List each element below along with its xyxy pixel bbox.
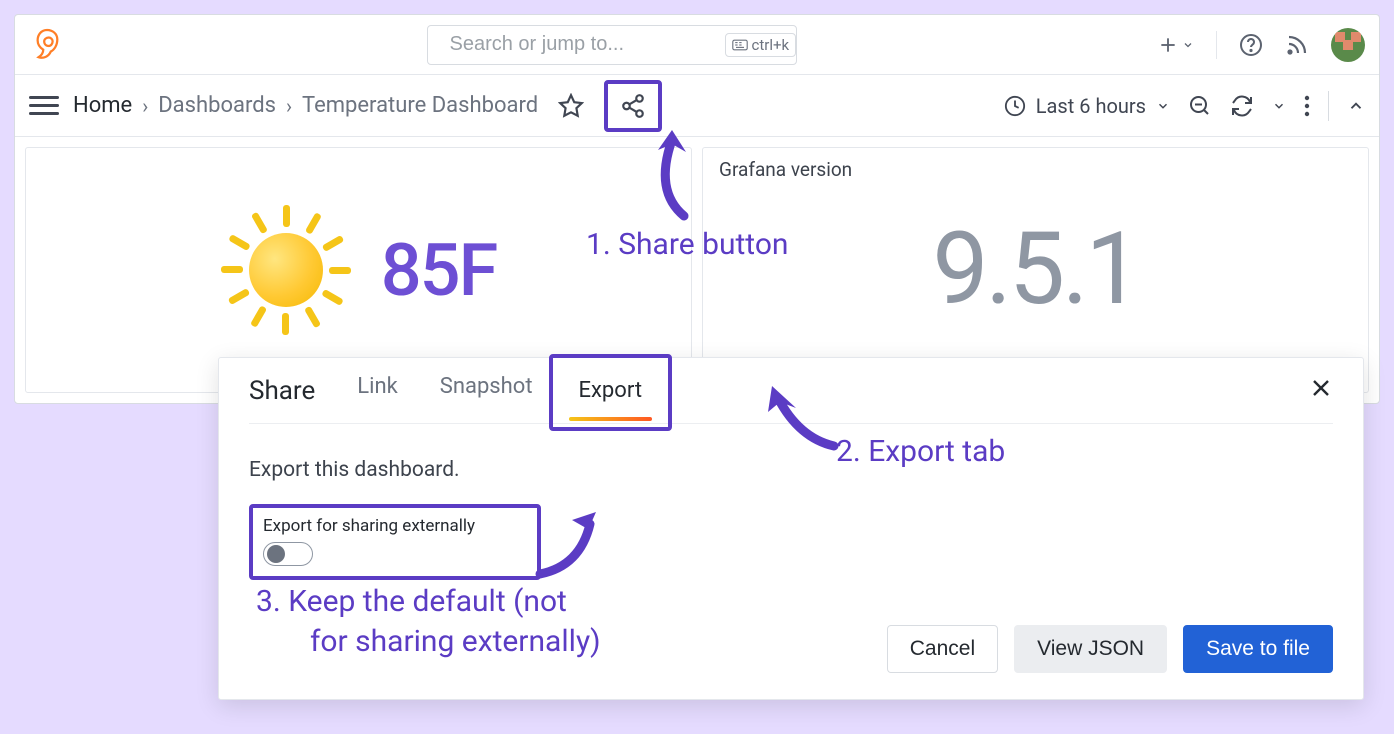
plus-icon bbox=[1158, 35, 1178, 55]
topbar: ctrl+k bbox=[15, 15, 1379, 75]
avatar[interactable] bbox=[1331, 28, 1365, 62]
add-button[interactable] bbox=[1158, 35, 1194, 55]
more-button[interactable] bbox=[1304, 95, 1310, 117]
modal-header: Share Link Snapshot Export bbox=[249, 358, 1333, 424]
export-externally-toggle[interactable] bbox=[263, 542, 313, 566]
share-button[interactable] bbox=[614, 87, 652, 125]
version-value: 9.5.1 bbox=[719, 211, 1352, 328]
modal-tabs: Link Snapshot Export bbox=[357, 356, 646, 425]
chevron-down-icon bbox=[1272, 99, 1286, 113]
zoom-out-button[interactable] bbox=[1188, 94, 1212, 118]
modal-body: Export this dashboard. Export for sharin… bbox=[249, 424, 1333, 580]
time-range-label: Last 6 hours bbox=[1036, 94, 1146, 118]
temperature-value: 85F bbox=[381, 228, 497, 313]
divider bbox=[1328, 91, 1329, 121]
help-icon bbox=[1239, 33, 1263, 57]
chevron-down-icon bbox=[1156, 99, 1170, 113]
share-modal: Share Link Snapshot Export Export this d… bbox=[218, 357, 1364, 700]
tab-snapshot[interactable]: Snapshot bbox=[440, 356, 533, 425]
toggle-group-highlight: Export for sharing externally bbox=[249, 504, 541, 580]
share-button-highlight bbox=[604, 80, 662, 132]
breadcrumb-current: Temperature Dashboard bbox=[302, 93, 538, 118]
modal-title: Share bbox=[249, 376, 315, 406]
grafana-logo[interactable] bbox=[29, 27, 65, 63]
search-box[interactable]: ctrl+k bbox=[427, 25, 797, 65]
view-json-button[interactable]: View JSON bbox=[1014, 625, 1167, 673]
favorite-button[interactable] bbox=[552, 87, 590, 125]
subheader-right: Last 6 hours bbox=[1004, 91, 1365, 121]
breadcrumb-home[interactable]: Home bbox=[73, 93, 132, 118]
save-to-file-button[interactable]: Save to file bbox=[1183, 625, 1333, 673]
zoom-out-icon bbox=[1188, 94, 1212, 118]
time-picker[interactable]: Last 6 hours bbox=[1004, 94, 1170, 118]
sun-icon bbox=[221, 205, 351, 335]
modal-footer: Cancel View JSON Save to file bbox=[887, 625, 1333, 673]
topbar-right bbox=[1158, 28, 1365, 62]
help-button[interactable] bbox=[1239, 33, 1263, 57]
tab-export-highlight: Export bbox=[549, 354, 673, 431]
clock-icon bbox=[1004, 95, 1026, 117]
rss-icon bbox=[1285, 33, 1309, 57]
chevron-right-icon: › bbox=[286, 94, 292, 118]
search-input[interactable] bbox=[450, 33, 715, 56]
toggle-label: Export for sharing externally bbox=[263, 516, 527, 536]
close-icon bbox=[1309, 376, 1333, 400]
kebab-icon bbox=[1304, 95, 1310, 117]
breadcrumb: Home › Dashboards › Temperature Dashboar… bbox=[73, 93, 538, 118]
collapse-button[interactable] bbox=[1347, 97, 1365, 115]
toggle-knob bbox=[267, 545, 285, 563]
chevron-down-icon bbox=[1182, 39, 1194, 51]
panel-version-title: Grafana version bbox=[719, 158, 1352, 181]
close-button[interactable] bbox=[1309, 373, 1333, 408]
refresh-icon bbox=[1230, 94, 1254, 118]
grafana-window: ctrl+k Home › Dashboards › Temperatu bbox=[14, 14, 1380, 404]
tab-link[interactable]: Link bbox=[357, 356, 398, 425]
refresh-button[interactable] bbox=[1230, 94, 1254, 118]
search-kbd: ctrl+k bbox=[725, 33, 797, 57]
subheader: Home › Dashboards › Temperature Dashboar… bbox=[15, 75, 1379, 137]
news-button[interactable] bbox=[1285, 33, 1309, 57]
modal-description: Export this dashboard. bbox=[249, 458, 1333, 482]
star-icon bbox=[558, 93, 584, 119]
menu-toggle[interactable] bbox=[29, 91, 59, 121]
share-icon bbox=[620, 93, 646, 119]
cancel-button[interactable]: Cancel bbox=[887, 625, 998, 673]
chevron-up-icon bbox=[1347, 97, 1365, 115]
chevron-right-icon: › bbox=[142, 94, 148, 118]
breadcrumb-dashboards[interactable]: Dashboards bbox=[158, 93, 276, 118]
refresh-interval-button[interactable] bbox=[1272, 99, 1286, 113]
tab-export[interactable]: Export bbox=[579, 360, 643, 421]
